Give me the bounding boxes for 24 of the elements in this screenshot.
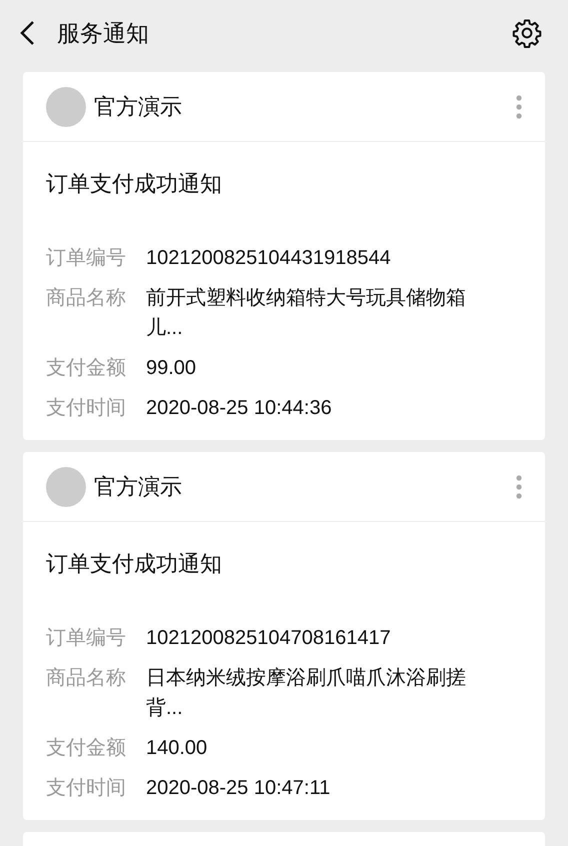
field-label: 支付金额 bbox=[46, 356, 127, 381]
field-value: 1021200825104708161417 bbox=[146, 626, 392, 651]
field-label: 支付时间 bbox=[46, 396, 127, 421]
page-title: 服务通知 bbox=[57, 18, 149, 48]
avatar bbox=[46, 86, 86, 126]
field-label: 支付时间 bbox=[46, 776, 127, 801]
avatar bbox=[46, 466, 86, 506]
field-label: 商品名称 bbox=[46, 666, 127, 691]
field-value: 2020-08-25 10:47:11 bbox=[146, 776, 332, 801]
settings-icon[interactable] bbox=[512, 18, 542, 48]
field-value: 1021200825104431918544 bbox=[146, 246, 392, 271]
sender-name: 官方演示 bbox=[94, 473, 182, 501]
field-label: 订单编号 bbox=[46, 246, 127, 271]
field-value: 2020-08-25 10:44:36 bbox=[146, 396, 333, 421]
sender-name: 官方演示 bbox=[94, 93, 182, 121]
field-value: 前开式塑料收纳箱特大号玩具储物箱儿... bbox=[146, 286, 467, 341]
field-label: 商品名称 bbox=[46, 286, 127, 311]
field-value: 99.00 bbox=[146, 356, 198, 381]
field-label: 支付金额 bbox=[46, 736, 127, 761]
field-label: 订单编号 bbox=[46, 626, 127, 651]
field-value: 日本纳米绒按摩浴刷爪喵爪沐浴刷搓背... bbox=[146, 666, 467, 721]
field-value: 140.00 bbox=[146, 736, 208, 761]
message-title: 订单支付成功通知 bbox=[46, 550, 222, 578]
message-title: 订单支付成功通知 bbox=[46, 170, 222, 198]
